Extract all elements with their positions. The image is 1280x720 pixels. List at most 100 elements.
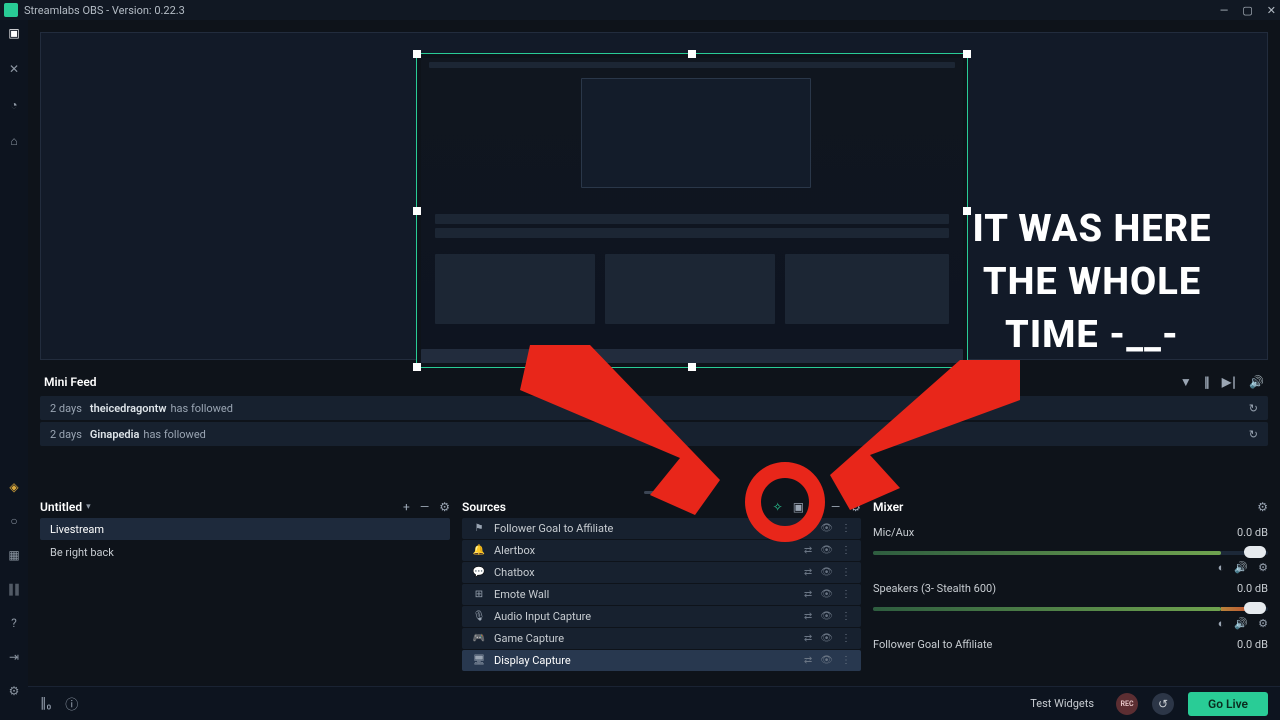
source-label: Follower Goal to Affiliate	[494, 522, 613, 535]
record-button[interactable]: REC	[1116, 693, 1138, 715]
resize-handle[interactable]	[413, 207, 421, 215]
editor-tab-icon[interactable]: ▣	[7, 26, 21, 40]
source-lock-icon[interactable]: ⋮	[841, 611, 851, 622]
source-visibility-icon[interactable]: 👁	[820, 655, 833, 666]
mixer-item-settings-icon[interactable]: ⚙	[1258, 617, 1268, 630]
mono-icon[interactable]: ◐	[1218, 617, 1225, 630]
source-visibility-icon[interactable]: 👁	[820, 567, 833, 578]
go-live-button[interactable]: Go Live	[1188, 692, 1268, 716]
source-item[interactable]: 🖥 Display Capture ⇄👁⋮	[462, 650, 861, 671]
source-item[interactable]: 🎮 Game Capture ⇄👁⋮	[462, 628, 861, 649]
pause-icon[interactable]: ∥	[1204, 375, 1210, 389]
store-tab-icon[interactable]: ⌂	[7, 134, 21, 148]
annotation-text: IT WAS HERE THE WHOLE TIME -__-	[942, 203, 1242, 363]
mixer-db: 0.0 dB	[1237, 526, 1268, 539]
prime-icon[interactable]: ◈	[9, 480, 18, 494]
preview-stage[interactable]: IT WAS HERE THE WHOLE TIME -__-	[40, 32, 1268, 360]
source-visibility-icon[interactable]: 👁	[820, 523, 833, 534]
source-label: Alertbox	[494, 544, 535, 557]
source-link-icon[interactable]: ⇄	[804, 589, 812, 600]
source-link-icon[interactable]: ⇄	[804, 633, 812, 644]
volume-slider[interactable]	[873, 607, 1268, 611]
footer-bar: ∥₀ ⓘ Test Widgets REC ↺ Go Live	[28, 686, 1280, 720]
annotation-arrow	[830, 360, 1020, 510]
source-link-icon[interactable]: ⇄	[804, 611, 812, 622]
layout-icon[interactable]: ▦	[8, 548, 19, 562]
mixer-item: Follower Goal to Affiliate 0.0 dB	[873, 638, 1268, 651]
skip-icon[interactable]: ▶∣	[1222, 375, 1237, 389]
mixer-item: Speakers (3- Stealth 600)0.0 dB ◐🔊⚙	[873, 582, 1268, 630]
resize-handle[interactable]	[413, 50, 421, 58]
close-button[interactable]: ✕	[1267, 4, 1276, 17]
source-link-icon[interactable]: ⇄	[804, 567, 812, 578]
replay-icon[interactable]: ↻	[1249, 402, 1258, 415]
minimize-button[interactable]: —	[1220, 4, 1229, 17]
source-item[interactable]: 💬 Chatbox ⇄👁⋮	[462, 562, 861, 583]
feed-age: 2 days	[50, 428, 82, 441]
source-lock-icon[interactable]: ⋮	[841, 567, 851, 578]
volume-knob[interactable]	[1244, 602, 1266, 614]
source-label: Emote Wall	[494, 588, 549, 601]
add-scene-icon[interactable]: +	[403, 500, 410, 514]
mixer-item-settings-icon[interactable]: ⚙	[1258, 561, 1268, 574]
source-lock-icon[interactable]: ⋮	[841, 545, 851, 556]
test-widgets-button[interactable]: Test Widgets	[1030, 697, 1094, 710]
mono-icon[interactable]: ◐	[1218, 561, 1225, 574]
stats-icon[interactable]: ∥₀	[40, 696, 51, 711]
chevron-down-icon[interactable]: ▾	[86, 502, 91, 512]
mixer-db: 0.0 dB	[1237, 638, 1268, 651]
themes-tab-icon[interactable]: ✕	[7, 62, 21, 76]
settings-icon[interactable]: ⚙	[9, 684, 20, 698]
app-logo-icon	[4, 3, 18, 17]
left-sidebar-lower: ◈ ○ ▦ ∥∥ ? ⇥ ⚙	[0, 480, 28, 698]
replay-buffer-button[interactable]: ↺	[1152, 693, 1174, 715]
grid-icon: ⊞	[472, 589, 486, 600]
notifications-icon[interactable]: ○	[10, 514, 17, 528]
replay-icon[interactable]: ↻	[1249, 428, 1258, 441]
mute-icon[interactable]: 🔊	[1234, 561, 1248, 574]
resize-handle[interactable]	[688, 50, 696, 58]
source-item[interactable]: 🔔 Alertbox ⇄ 👁 ⋮	[462, 540, 861, 561]
source-lock-icon[interactable]: ⋮	[841, 655, 851, 666]
mute-icon[interactable]: 🔊	[1249, 375, 1264, 389]
source-label: Display Capture	[494, 654, 571, 667]
mixer-label: Follower Goal to Affiliate	[873, 638, 992, 651]
studio-mode-icon[interactable]: ∥∥	[8, 582, 20, 596]
scene-collection-title[interactable]: Untitled	[40, 500, 82, 514]
scene-label: Livestream	[50, 523, 104, 536]
source-lock-icon[interactable]: ⋮	[841, 589, 851, 600]
source-item[interactable]: ⊞ Emote Wall ⇄ 👁 ⋮	[462, 584, 861, 605]
mute-icon[interactable]: 🔊	[1234, 617, 1248, 630]
volume-knob[interactable]	[1244, 546, 1266, 558]
feed-user: theicedragontw	[90, 402, 167, 415]
source-visibility-icon[interactable]: 👁	[820, 611, 833, 622]
annotation-arrow	[520, 345, 720, 515]
volume-slider[interactable]	[873, 551, 1268, 555]
mixer-settings-icon[interactable]: ⚙	[1257, 500, 1268, 514]
source-item[interactable]: 🎙 Audio Input Capture ⇄👁⋮	[462, 606, 861, 627]
scene-item[interactable]: Livestream	[40, 518, 450, 540]
source-visibility-icon[interactable]: 👁	[820, 545, 833, 556]
feed-action: has followed	[143, 428, 205, 441]
scene-settings-icon[interactable]: ⚙	[439, 500, 450, 514]
source-link-icon[interactable]: ⇄	[804, 545, 812, 556]
help-icon[interactable]: ?	[11, 616, 17, 630]
resize-handle[interactable]	[963, 50, 971, 58]
resize-handle[interactable]	[413, 363, 421, 371]
filter-icon[interactable]: ▼	[1180, 375, 1192, 389]
remove-scene-icon[interactable]: —	[420, 500, 429, 514]
dashboard-tab-icon[interactable]: ◔	[7, 98, 21, 112]
source-visibility-icon[interactable]: 👁	[820, 589, 833, 600]
info-icon[interactable]: ⓘ	[65, 694, 78, 713]
selected-source-bounds[interactable]	[416, 53, 968, 368]
bell-icon: 🔔	[472, 545, 486, 556]
source-link-icon[interactable]: ⇄	[804, 655, 812, 666]
source-lock-icon[interactable]: ⋮	[841, 523, 851, 534]
scene-item[interactable]: Be right back	[40, 541, 450, 563]
login-icon[interactable]: ⇥	[9, 650, 19, 664]
mixer-item: Mic/Aux0.0 dB ◐🔊⚙	[873, 526, 1268, 574]
source-label: Game Capture	[494, 632, 564, 645]
maximize-button[interactable]: ▢	[1242, 4, 1252, 17]
source-lock-icon[interactable]: ⋮	[841, 633, 851, 644]
source-visibility-icon[interactable]: 👁	[820, 633, 833, 644]
